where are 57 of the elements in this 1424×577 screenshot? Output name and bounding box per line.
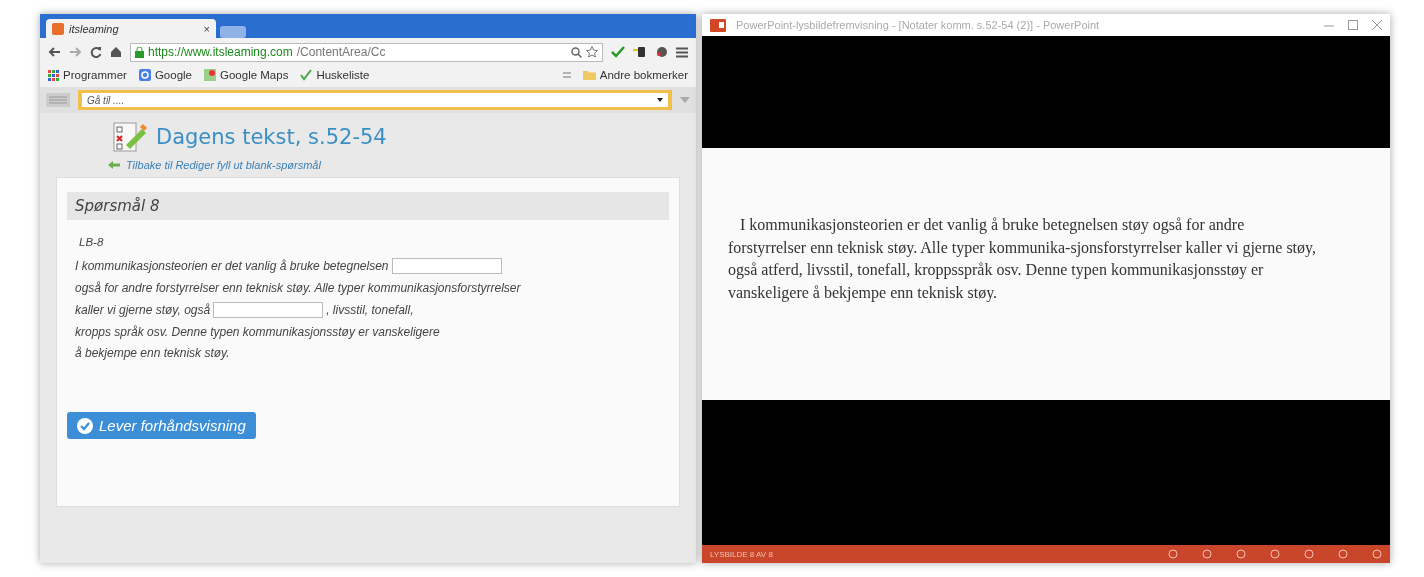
- arrow-icon: [108, 161, 120, 169]
- close-icon[interactable]: ×: [203, 22, 210, 35]
- slide-counter: LYSBILDE 8 AV 8: [710, 549, 773, 559]
- address-bar[interactable]: https://www.itsleaming.com /ContentArea/Cc: [130, 42, 603, 62]
- map-icon: [204, 69, 216, 81]
- test-icon: [112, 121, 148, 153]
- blank-field[interactable]: [391, 258, 502, 274]
- back-icon[interactable]: [48, 46, 61, 58]
- check-circle-icon: [77, 417, 93, 434]
- question-text: , livsstil, tonefall,: [326, 303, 414, 317]
- status-icon[interactable]: [1304, 549, 1314, 559]
- bookmark[interactable]: Google Maps: [204, 69, 289, 81]
- maximize-icon[interactable]: [1348, 20, 1358, 30]
- check-icon[interactable]: [611, 46, 625, 58]
- bookmark[interactable]: Programmer: [48, 69, 127, 81]
- goto-dropdown[interactable]: Gå til ....: [82, 93, 668, 107]
- question-text: I kommunikasjonsteorien er det vanlig å bruke betegnelsen: [75, 259, 389, 273]
- bookmark-folder[interactable]: Andre bokmerker: [582, 69, 688, 81]
- status-icon[interactable]: [1372, 549, 1382, 559]
- question-text: å bekjempe enn teknisk støy.: [75, 346, 230, 360]
- status-icon[interactable]: [1338, 549, 1348, 559]
- status-icon[interactable]: [1270, 549, 1280, 559]
- caret-icon[interactable]: [680, 97, 690, 103]
- blank-field[interactable]: [213, 302, 324, 318]
- question-text: også for andre forstyrrelser enn teknisk støy. Alle typer kommunikasjonsforstyrrelser: [75, 281, 521, 295]
- check-icon: [300, 69, 313, 81]
- browser-tab[interactable]: itsleaming ×: [46, 19, 216, 38]
- question-text: kropps språk osv. Denne typen kommunikasjonsstøy er vanskeligere: [75, 325, 440, 339]
- question-title: Spørsmål 8: [67, 192, 669, 220]
- apps-icon: [48, 69, 59, 81]
- bookmark[interactable]: Huskeliste: [300, 69, 370, 81]
- home-icon[interactable]: [110, 46, 122, 58]
- lock-icon: [135, 46, 144, 58]
- status-icon[interactable]: [1236, 549, 1246, 559]
- zoom-icon[interactable]: [571, 46, 582, 58]
- slide-text: I kommunikasjonsteorien er det vanlig å bruke betegnelsen støy også for andre forstyrrelser enn teknisk støy. Alle typer kommunika-sjonsforstyrrelser kaller vi gjerne støy, også atferd, livsstil, tonefall, kroppsspråk osv. Denne typen kommunikasjonsstøy er vanskeligere å bekjempe enn teknisk støy.: [728, 215, 1317, 304]
- question-text: kaller vi gjerne støy, også: [75, 303, 211, 317]
- close-icon[interactable]: [1372, 20, 1382, 30]
- overflow-icon[interactable]: [562, 72, 571, 78]
- forward-icon[interactable]: [69, 46, 82, 58]
- bookmark[interactable]: Google: [138, 69, 192, 81]
- status-icon[interactable]: [1168, 549, 1178, 559]
- presentation-icon: [710, 18, 726, 32]
- back-link[interactable]: Tilbake til Rediger fyll ut blank-spørsmål: [56, 159, 680, 171]
- extension-icon[interactable]: [633, 46, 647, 58]
- folder-icon: [582, 70, 596, 80]
- page-title: Dagens tekst, s.52-54: [156, 125, 387, 149]
- site-icon: [52, 22, 64, 35]
- extension-icon[interactable]: [655, 46, 668, 58]
- menu-icon[interactable]: [676, 46, 688, 58]
- dropdown-icon: [657, 98, 663, 102]
- question-code: LB-8: [78, 236, 105, 248]
- status-icon[interactable]: [1202, 549, 1212, 559]
- window-title: PowerPoint-lysbildefremvisning - [Notater komm. s.52-54 (2)] - PowerPoint: [736, 19, 1100, 31]
- google-icon: [138, 69, 151, 81]
- star-icon[interactable]: [586, 46, 598, 58]
- reload-icon[interactable]: [90, 46, 102, 58]
